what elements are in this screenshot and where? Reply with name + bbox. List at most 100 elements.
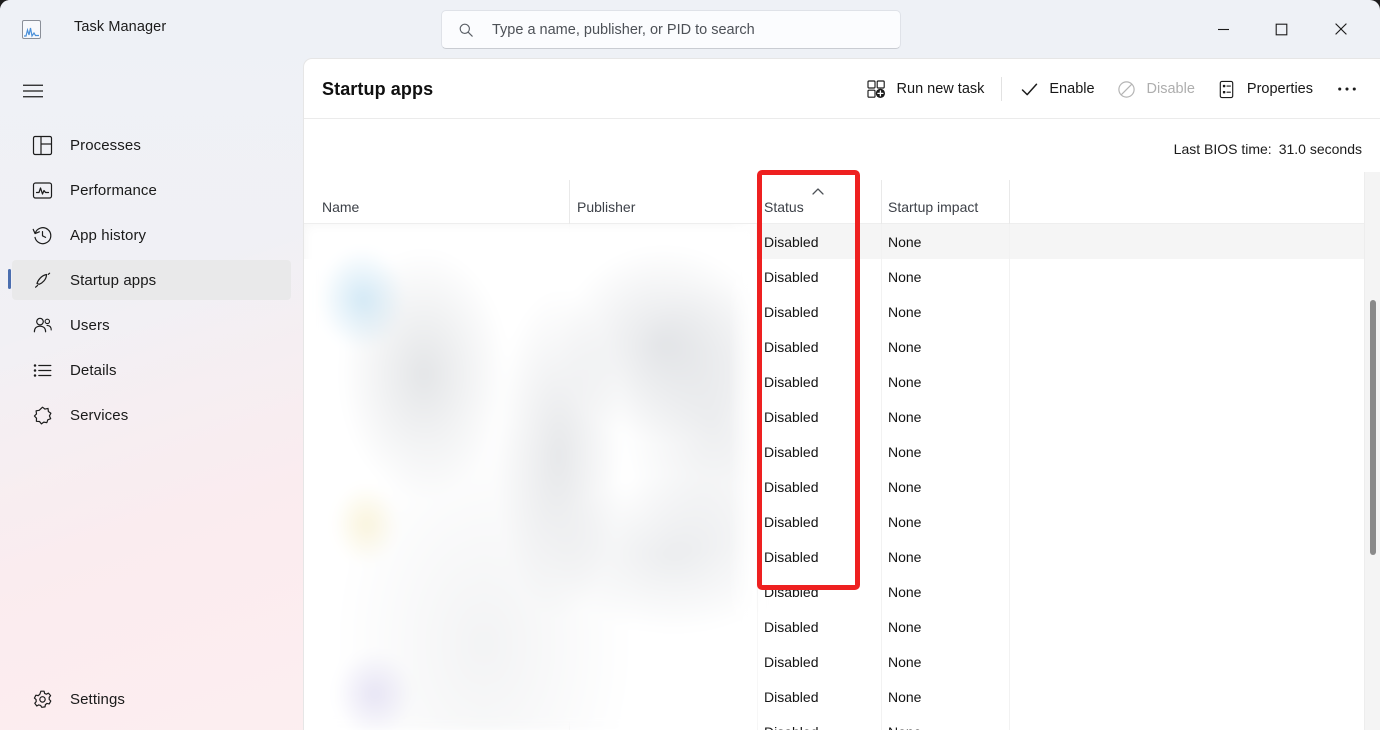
- cell-startup-impact: None: [888, 548, 922, 565]
- sidebar-item-processes[interactable]: Processes: [12, 125, 291, 165]
- row-column-divider: [1009, 539, 1010, 574]
- sidebar-item-settings[interactable]: Settings: [12, 679, 291, 719]
- table-row[interactable]: Disabled None: [304, 294, 1380, 329]
- sidebar-item-label: App history: [70, 226, 147, 244]
- cell-status: Disabled: [764, 478, 819, 495]
- cell-publisher: [580, 329, 760, 364]
- last-bios-time-label: Last BIOS time:: [1173, 141, 1272, 157]
- cell-publisher: [580, 714, 760, 730]
- checkmark-icon: [1019, 79, 1039, 99]
- table-row[interactable]: Disabled None: [304, 644, 1380, 679]
- column-divider[interactable]: [1009, 180, 1010, 224]
- table-row[interactable]: Disabled None: [304, 609, 1380, 644]
- column-divider[interactable]: [881, 180, 882, 224]
- maximize-button[interactable]: [1258, 0, 1304, 58]
- table-row[interactable]: Disabled None: [304, 574, 1380, 609]
- table-row[interactable]: Disabled None: [304, 329, 1380, 364]
- sidebar-item-startup-apps[interactable]: Startup apps: [8, 260, 291, 300]
- table-row[interactable]: Disabled None: [304, 679, 1380, 714]
- row-column-divider: [1009, 574, 1010, 609]
- users-icon: [30, 315, 54, 336]
- cell-startup-impact: None: [888, 373, 922, 390]
- cell-status: Disabled: [764, 443, 819, 460]
- table-row[interactable]: Disabled None: [304, 259, 1380, 294]
- more-options-button[interactable]: [1324, 69, 1370, 109]
- search-icon: [458, 22, 474, 38]
- table-row[interactable]: Disabled None: [304, 714, 1380, 730]
- search-input-placeholder[interactable]: Type a name, publisher, or PID to search: [492, 22, 755, 38]
- cell-startup-impact: None: [888, 688, 922, 705]
- cell-publisher: [580, 434, 760, 469]
- properties-icon: [1217, 79, 1237, 99]
- row-column-divider: [1009, 434, 1010, 469]
- column-header-name[interactable]: Name: [322, 199, 359, 215]
- table-body[interactable]: Disabled None Disabled None Disabled None Disa…: [304, 224, 1380, 730]
- cell-publisher: [580, 259, 760, 294]
- cell-startup-impact: None: [888, 268, 922, 285]
- enable-button[interactable]: Enable: [1008, 69, 1105, 109]
- table-row[interactable]: Disabled None: [304, 224, 1380, 259]
- properties-button[interactable]: Properties: [1206, 69, 1324, 109]
- sidebar-item-app-history[interactable]: App history: [12, 215, 291, 255]
- table-row[interactable]: Disabled None: [304, 504, 1380, 539]
- table-row[interactable]: Disabled None: [304, 434, 1380, 469]
- table-row[interactable]: Disabled None: [304, 539, 1380, 574]
- column-header-publisher[interactable]: Publisher: [577, 199, 635, 215]
- sidebar-item-label: Services: [70, 406, 129, 424]
- column-header-startup-impact[interactable]: Startup impact: [888, 199, 978, 215]
- sidebar-item-details[interactable]: Details: [12, 350, 291, 390]
- search-bar[interactable]: Type a name, publisher, or PID to search: [441, 10, 901, 49]
- cell-startup-impact: None: [888, 714, 1008, 730]
- row-column-divider: [1009, 294, 1010, 329]
- title-bar: Task Manager Type a name, publisher, or …: [0, 0, 1380, 58]
- row-column-divider: [1009, 469, 1010, 504]
- sidebar-item-services[interactable]: Services: [12, 395, 291, 435]
- app-title: Task Manager: [74, 19, 167, 35]
- cell-startup-impact: None: [888, 583, 922, 600]
- cell-publisher: [580, 539, 760, 574]
- toolbar-separator: [1001, 77, 1003, 101]
- disable-button: Disable: [1106, 69, 1206, 109]
- cell-publisher: [580, 224, 760, 259]
- close-button[interactable]: [1318, 0, 1364, 58]
- cell-publisher: [580, 364, 760, 399]
- column-divider[interactable]: [757, 180, 758, 224]
- sidebar-item-label: Settings: [70, 690, 125, 708]
- cell-publisher: [580, 294, 760, 329]
- vertical-scrollbar[interactable]: [1364, 172, 1380, 730]
- row-column-divider: [1009, 504, 1010, 539]
- sidebar-item-performance[interactable]: Performance: [12, 170, 291, 210]
- run-new-task-button[interactable]: Run new task: [856, 69, 996, 109]
- cell-status: Disabled: [764, 583, 819, 600]
- cell-status: Disabled: [764, 714, 882, 730]
- minimize-button[interactable]: [1200, 0, 1246, 58]
- cell-status: Disabled: [764, 548, 819, 565]
- scrollbar-thumb[interactable]: [1370, 300, 1376, 555]
- page-title: Startup apps: [322, 79, 434, 99]
- column-header-status[interactable]: Status: [764, 199, 804, 215]
- cell-status: Disabled: [764, 513, 819, 530]
- services-icon: [30, 405, 54, 426]
- cell-status: Disabled: [764, 653, 819, 670]
- cell-publisher: [580, 609, 760, 644]
- row-column-divider: [1009, 644, 1010, 679]
- prohibited-icon: [1117, 79, 1137, 99]
- cell-publisher: [580, 469, 760, 504]
- table-row[interactable]: Disabled None: [304, 469, 1380, 504]
- hamburger-icon[interactable]: [14, 72, 52, 110]
- cell-status: Disabled: [764, 303, 819, 320]
- sidebar-nav-list: Processes Performance App history Startu…: [6, 120, 297, 440]
- cell-publisher: [580, 679, 760, 714]
- column-divider[interactable]: [569, 180, 570, 224]
- cell-startup-impact: None: [888, 653, 922, 670]
- sidebar-item-users[interactable]: Users: [12, 305, 291, 345]
- row-column-divider: [1009, 329, 1010, 364]
- table-row[interactable]: Disabled None: [304, 364, 1380, 399]
- table-row[interactable]: Disabled None: [304, 399, 1380, 434]
- cell-publisher: [580, 644, 760, 679]
- cell-publisher: [580, 574, 760, 609]
- row-column-divider: [1009, 399, 1010, 434]
- last-bios-time-value: 31.0 seconds: [1278, 141, 1362, 157]
- enable-label: Enable: [1049, 81, 1095, 97]
- cell-startup-impact: None: [888, 303, 922, 320]
